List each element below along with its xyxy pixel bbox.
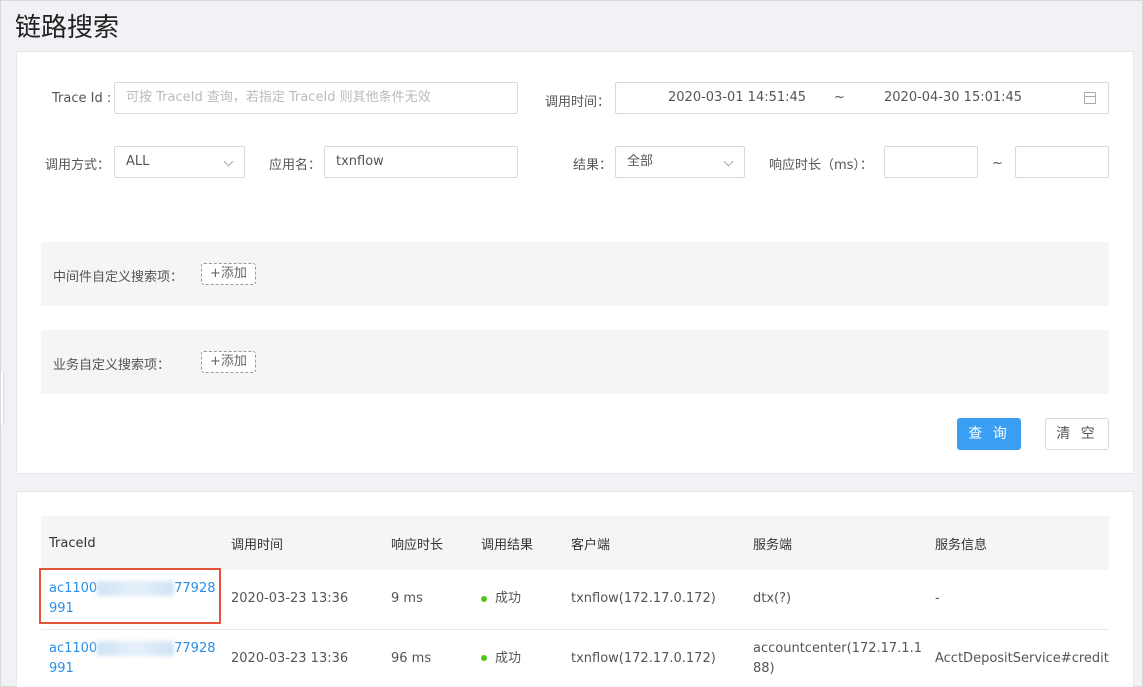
call-time-cell: 2020-03-23 13:36	[223, 570, 383, 630]
call-method-select[interactable]: ALL	[114, 146, 245, 178]
duration-cell: 96 ms	[383, 629, 473, 687]
column-header: 调用结果	[481, 537, 534, 553]
calendar-icon[interactable]	[1084, 92, 1096, 104]
query-button[interactable]: 查 询	[957, 418, 1021, 450]
success-dot-icon	[481, 595, 487, 602]
call-time-end[interactable]: 2020-04-30 15:01:45	[884, 83, 1022, 113]
trace-id-label: Trace Id :	[52, 91, 112, 106]
trace-id-input[interactable]: 可按 TraceId 查询，若指定 TraceId 则其他条件无效	[114, 82, 518, 114]
business-custom-section: 业务自定义搜索项： +添加	[41, 330, 1109, 394]
duration-max-input[interactable]	[1015, 146, 1109, 178]
result-cell: 成功	[473, 570, 563, 630]
duration-separator: ~	[992, 156, 1003, 171]
trace-id-link[interactable]: ac1100xxxxxxxxxx77928991	[49, 579, 221, 619]
call-time-start[interactable]: 2020-03-01 14:51:45	[668, 83, 806, 113]
middleware-custom-section: 中间件自定义搜索项： +添加	[41, 242, 1109, 306]
column-header: 服务信息	[935, 537, 988, 553]
trace-id-redacted: xxxxxxxxxx	[97, 581, 175, 597]
trace-id-prefix: ac1100	[49, 640, 98, 656]
duration-label: 响应时长（ms）：	[769, 158, 873, 173]
chevron-down-icon	[223, 156, 234, 167]
call-time-range-picker[interactable]: 2020-03-01 14:51:45 ~ 2020-04-30 15:01:4…	[615, 82, 1109, 114]
add-middleware-filter-button[interactable]: +添加	[201, 263, 256, 285]
column-header: 服务端	[753, 537, 793, 553]
result-value: 全部	[627, 154, 654, 169]
table-header-row: TraceId 调用时间 响应时长 调用结果 客户端 服务端 服务信息	[41, 516, 1109, 570]
service-info-cell: AcctDepositService#credit	[927, 629, 1109, 687]
app-name-label: 应用名：	[269, 158, 322, 173]
business-custom-label: 业务自定义搜索项：	[53, 358, 171, 373]
result-cell: 成功	[473, 629, 563, 687]
app-name-input[interactable]: txnflow	[324, 146, 518, 178]
result-text: 成功	[495, 591, 522, 607]
call-time-label: 调用时间：	[545, 95, 611, 110]
trace-id-link[interactable]: ac1100xxxxxxxxxx77928991	[49, 639, 221, 679]
side-edge	[1, 373, 4, 425]
result-text: 成功	[495, 650, 522, 666]
success-dot-icon	[481, 655, 487, 661]
call-time-separator: ~	[834, 90, 845, 105]
trace-id-redacted: xxxxxxxxxx	[97, 640, 175, 656]
client-cell: txnflow(172.17.0.172)	[563, 570, 745, 630]
table-row: ac1100xxxxxxxxxx77928991 2020-03-23 13:3…	[41, 629, 1109, 687]
results-table: TraceId 调用时间 响应时长 调用结果 客户端 服务端 服务信息 ac11…	[41, 516, 1109, 687]
search-panel: Trace Id : 可按 TraceId 查询，若指定 TraceId 则其他…	[16, 51, 1134, 474]
trace-id-prefix: ac1100	[49, 581, 98, 597]
middleware-custom-label: 中间件自定义搜索项：	[53, 270, 184, 285]
call-time-cell: 2020-03-23 13:36	[223, 629, 383, 687]
page-title: 链路搜索	[15, 13, 120, 43]
column-header: 客户端	[571, 537, 611, 553]
result-label: 结果：	[573, 158, 613, 173]
result-select[interactable]: 全部	[615, 146, 745, 178]
call-method-value: ALL	[126, 154, 150, 169]
call-method-label: 调用方式：	[45, 158, 111, 173]
server-cell: dtx(?)	[745, 570, 927, 630]
duration-cell: 9 ms	[383, 570, 473, 630]
column-header: TraceId	[49, 535, 96, 551]
clear-button[interactable]: 清 空	[1045, 418, 1109, 450]
results-panel: TraceId 调用时间 响应时长 调用结果 客户端 服务端 服务信息 ac11…	[16, 491, 1134, 687]
column-header: 调用时间	[231, 537, 284, 553]
add-business-filter-button[interactable]: +添加	[201, 351, 256, 373]
server-cell: accountcenter(172.17.1.188)	[745, 629, 927, 687]
column-header: 响应时长	[391, 537, 444, 553]
table-row: ac1100xxxxxxxxxx77928991 2020-03-23 13:3…	[41, 570, 1109, 630]
service-info-cell: -	[927, 570, 1109, 630]
duration-min-input[interactable]	[884, 146, 978, 178]
chevron-down-icon	[723, 156, 734, 167]
client-cell: txnflow(172.17.0.172)	[563, 629, 745, 687]
